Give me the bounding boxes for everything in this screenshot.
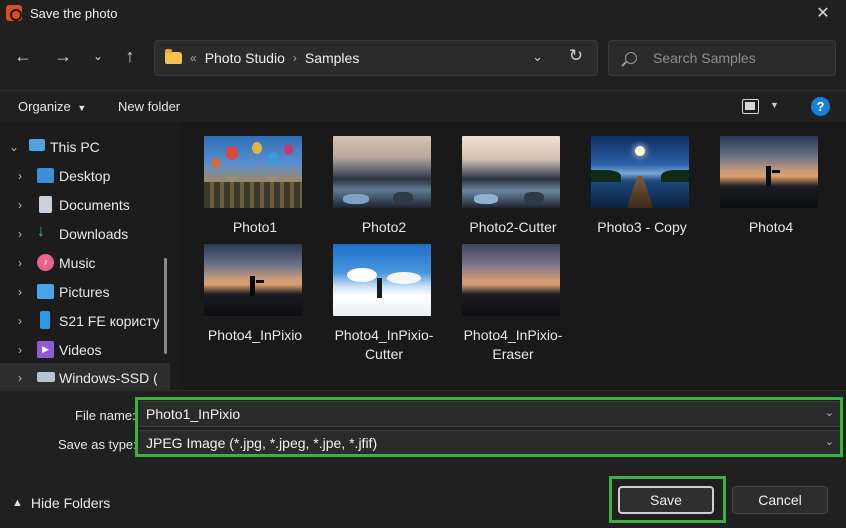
video-icon: ▶ (37, 341, 54, 358)
file-item-photo4[interactable]: Photo4 (708, 122, 834, 235)
document-icon (39, 196, 52, 213)
sidebar-item-documents[interactable]: › Documents (0, 190, 170, 219)
file-item-photo2[interactable]: Photo2 (321, 122, 447, 235)
app-icon (6, 5, 22, 21)
file-item-photo4-inpixio-cutter[interactable]: Photo4_InPixio-Cutter (321, 232, 447, 362)
save-highlight-frame (609, 476, 726, 523)
sidebar-item-label: Desktop (59, 167, 111, 184)
navigation-pane: ⌄ This PC › Desktop › Documents › ↓ Down… (0, 122, 180, 392)
music-icon: ♪ (37, 254, 54, 271)
close-icon[interactable]: ✕ (800, 0, 846, 26)
breadcrumb-samples[interactable]: Samples (305, 50, 359, 66)
chevron-right-icon[interactable]: › (18, 285, 22, 299)
search-icon (625, 52, 637, 64)
chevron-right-icon[interactable]: › (18, 314, 22, 328)
file-item-photo4-inpixio[interactable]: Photo4_InPixio (192, 232, 318, 360)
hide-folders-button[interactable]: ▲ Hide Folders (12, 495, 110, 511)
sidebar-item-label: Windows-SSD (C (59, 369, 157, 386)
sidebar-item-phone[interactable]: › S21 FE користув (0, 306, 170, 335)
monitor-icon (29, 139, 45, 151)
chevron-right-icon[interactable]: › (18, 169, 22, 183)
chevron-up-icon: ▲ (12, 497, 23, 509)
sidebar-item-windows-ssd[interactable]: › Windows-SSD (C (0, 363, 170, 392)
download-icon: ↓ (37, 223, 45, 240)
address-dropdown-icon[interactable]: ⌄ (532, 49, 543, 65)
help-icon[interactable]: ? (811, 97, 830, 116)
chevron-down-icon[interactable]: ⌄ (84, 42, 112, 70)
breadcrumb-photo-studio[interactable]: Photo Studio (205, 50, 285, 66)
sidebar-item-label: Music (59, 254, 96, 271)
arrow-left-icon[interactable]: ← (9, 42, 37, 70)
chevron-right-icon[interactable]: › (18, 227, 22, 241)
address-bar[interactable]: « Photo Studio › Samples ⌄ ↻ (154, 40, 598, 76)
sidebar-item-pictures[interactable]: › Pictures (0, 277, 170, 306)
folder-icon (165, 49, 182, 64)
chevron-right-icon[interactable]: › (18, 198, 22, 212)
file-item-photo4-inpixio-eraser[interactable]: Photo4_InPixio-Eraser (450, 232, 576, 362)
file-name-label: File name: (75, 408, 136, 423)
photo-thumbnail (333, 136, 431, 208)
search-input[interactable] (653, 50, 823, 66)
chevron-right-icon[interactable]: › (18, 256, 22, 270)
phone-icon (40, 311, 50, 329)
chevron-down-icon[interactable]: ⌄ (9, 140, 19, 154)
file-item-photo3-copy[interactable]: Photo3 - Copy (579, 122, 705, 235)
file-list: Photo1 Photo2 Photo2-Cutter Photo3 - Cop… (180, 122, 846, 390)
chevron-right-icon: › (292, 51, 297, 65)
sidebar-item-label: Downloads (59, 225, 129, 242)
command-bar: Organize ▼ New folder ▼ ? (0, 90, 846, 122)
sidebar-item-label: Videos (59, 341, 102, 358)
photo-thumbnail (720, 136, 818, 208)
sidebar-item-label: Documents (59, 196, 130, 213)
chevron-right-icon[interactable]: › (18, 343, 22, 357)
photo-thumbnail (204, 136, 302, 208)
pictures-icon (37, 284, 54, 299)
sidebar-item-downloads[interactable]: › ↓ Downloads (0, 219, 170, 248)
photo-thumbnail (333, 244, 431, 316)
chevron-right-icon[interactable]: › (18, 371, 22, 385)
file-name: Photo4_InPixio (207, 327, 303, 343)
sidebar-item-label: S21 FE користув (59, 312, 159, 329)
sidebar-item-label: Pictures (59, 283, 110, 300)
photo-thumbnail (591, 136, 689, 208)
sidebar-item-desktop[interactable]: › Desktop (0, 161, 170, 190)
cancel-button[interactable]: Cancel (732, 486, 828, 514)
refresh-icon[interactable]: ↻ (569, 46, 583, 66)
new-folder-button[interactable]: New folder (118, 99, 180, 114)
title-bar: Save the photo ✕ (0, 0, 846, 26)
photo-thumbnail (462, 244, 560, 316)
sidebar-item-label: This PC (50, 138, 100, 155)
sidebar-item-this-pc[interactable]: ⌄ This PC (0, 132, 170, 161)
caret-down-icon: ▼ (77, 103, 87, 113)
drive-icon (37, 372, 55, 382)
file-name: Photo4 (748, 219, 794, 235)
arrow-right-icon[interactable]: → (49, 42, 77, 70)
sidebar-item-videos[interactable]: › ▶ Videos (0, 335, 170, 364)
organize-label: Organize (18, 99, 71, 114)
save-as-type-label: Save as type: (58, 437, 137, 452)
file-name: Photo3 - Copy (597, 219, 687, 235)
file-name: Photo4_InPixio-Eraser (463, 327, 563, 362)
window-title: Save the photo (30, 5, 118, 21)
photo-thumbnail (462, 136, 560, 208)
arrow-up-icon[interactable]: ↑ (116, 42, 144, 70)
hide-folders-label: Hide Folders (30, 495, 111, 511)
save-form: File name: Photo1_InPixio ⌄ Save as type… (0, 390, 846, 528)
breadcrumb-overflow[interactable]: « (190, 51, 197, 65)
file-name: Photo4_InPixio-Cutter (334, 327, 434, 362)
highlight-frame (135, 397, 843, 457)
navigation-bar: ← → ⌄ ↑ « Photo Studio › Samples ⌄ ↻ (0, 26, 846, 90)
desktop-icon (37, 168, 54, 183)
sidebar-scrollbar[interactable] (164, 258, 167, 354)
sidebar-item-music[interactable]: › ♪ Music (0, 248, 170, 277)
photo-thumbnail (204, 244, 302, 316)
view-dropdown-icon[interactable]: ▼ (770, 100, 779, 110)
search-box[interactable] (608, 40, 836, 76)
file-item-photo2-cutter[interactable]: Photo2-Cutter (450, 122, 576, 235)
view-mode-icon[interactable] (742, 99, 759, 114)
file-item-photo1[interactable]: Photo1 (192, 122, 318, 235)
organize-menu[interactable]: Organize ▼ (18, 99, 86, 114)
